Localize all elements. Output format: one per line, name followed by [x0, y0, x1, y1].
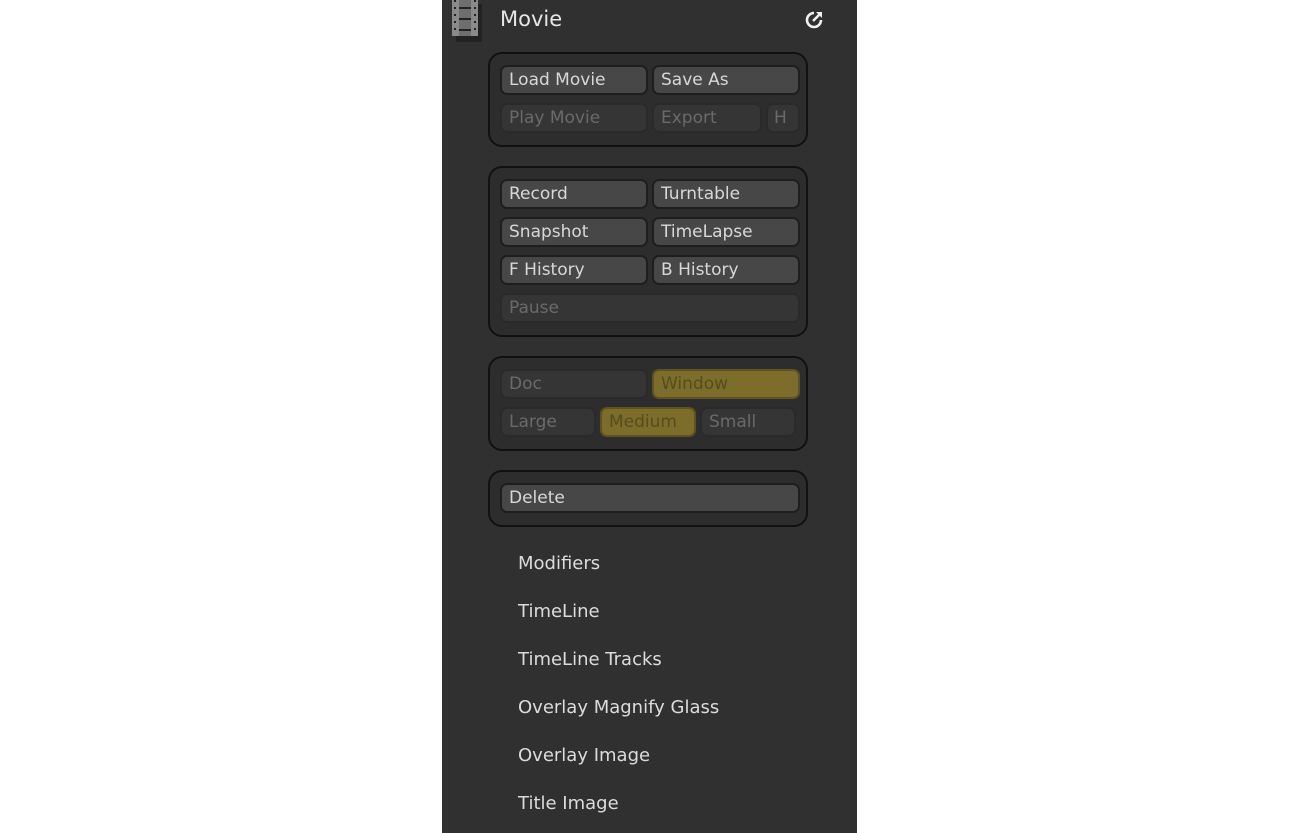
b-history-button[interactable]: B History: [652, 255, 800, 285]
delete-group: Delete: [488, 470, 808, 527]
load-movie-button[interactable]: Load Movie: [500, 65, 648, 95]
record-button[interactable]: Record: [500, 179, 648, 209]
large-toggle[interactable]: Large: [500, 407, 596, 437]
snapshot-button[interactable]: Snapshot: [500, 217, 648, 247]
film-strip-icon: [452, 0, 482, 42]
timelapse-button[interactable]: TimeLapse: [652, 217, 800, 247]
palette-header[interactable]: Movie: [442, 0, 857, 42]
movie-palette: Movie Load Movie Save As Play Movie Expo…: [442, 0, 857, 833]
export-button[interactable]: Export: [652, 103, 762, 133]
delete-button[interactable]: Delete: [500, 483, 800, 513]
small-toggle[interactable]: Small: [700, 407, 796, 437]
doc-toggle[interactable]: Doc: [500, 369, 648, 399]
record-group: Record Turntable Snapshot TimeLapse F Hi…: [488, 166, 808, 337]
subpalette-modifiers[interactable]: Modifiers: [518, 553, 600, 574]
medium-toggle[interactable]: Medium: [600, 407, 696, 437]
save-as-button[interactable]: Save As: [652, 65, 800, 95]
subpalette-overlay-image[interactable]: Overlay Image: [518, 745, 650, 766]
subpalette-overlay-magnify-glass[interactable]: Overlay Magnify Glass: [518, 697, 719, 718]
f-history-button[interactable]: F History: [500, 255, 648, 285]
h-button[interactable]: H: [766, 103, 800, 133]
palette-title: Movie: [500, 7, 563, 31]
window-toggle[interactable]: Window: [652, 369, 800, 399]
pause-button[interactable]: Pause: [500, 293, 800, 323]
popout-icon[interactable]: [803, 9, 825, 31]
subpalette-timeline-tracks[interactable]: TimeLine Tracks: [518, 649, 662, 670]
file-group: Load Movie Save As Play Movie Export H: [488, 52, 808, 147]
capture-size-group: Doc Window Large Medium Small: [488, 356, 808, 451]
subpalette-timeline[interactable]: TimeLine: [518, 601, 600, 622]
turntable-button[interactable]: Turntable: [652, 179, 800, 209]
play-movie-button[interactable]: Play Movie: [500, 103, 648, 133]
subpalette-title-image[interactable]: Title Image: [518, 793, 619, 814]
